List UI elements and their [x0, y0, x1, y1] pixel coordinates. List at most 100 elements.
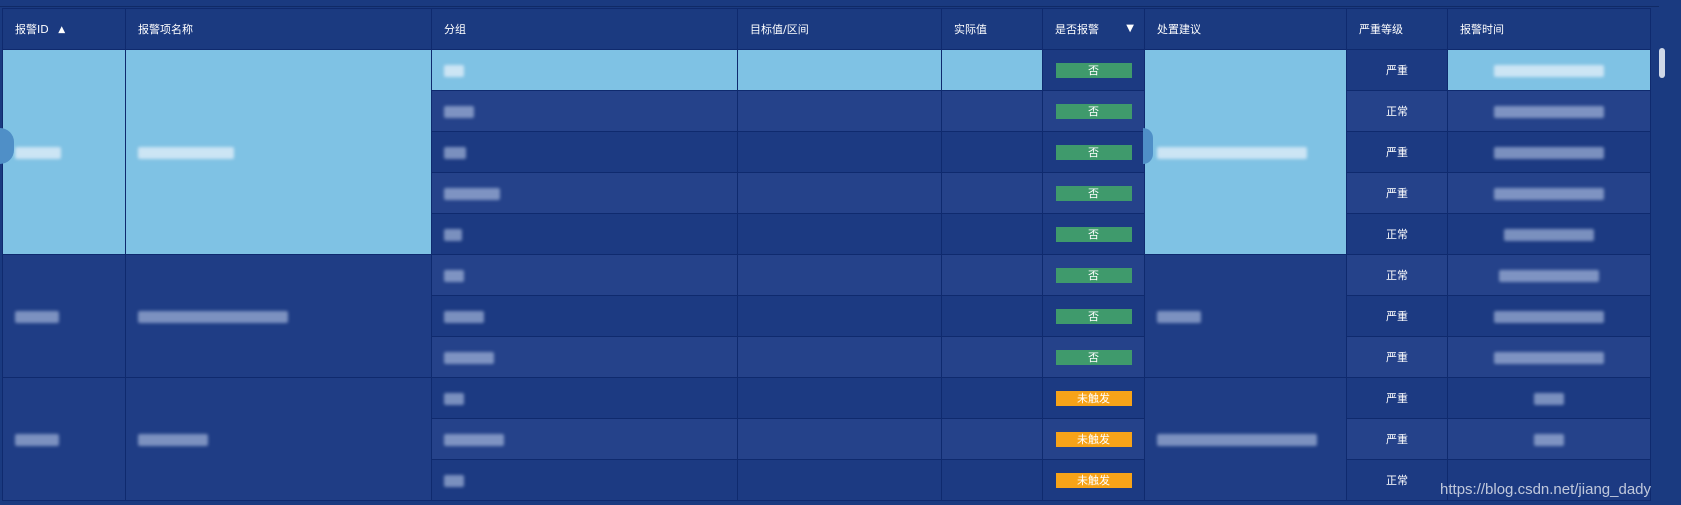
suggestion-cell: [1144, 254, 1347, 378]
status-badge: 否: [1055, 267, 1132, 283]
target-cell: [737, 213, 942, 255]
col-header-severity[interactable]: 严重等级: [1346, 8, 1448, 50]
severity-cell: 严重: [1346, 131, 1448, 173]
alarm-status-cell: 否: [1042, 49, 1145, 91]
time-cell: [1447, 295, 1651, 337]
target-cell: [737, 377, 942, 419]
col-header-alarm-id[interactable]: 报警ID ▲︎: [2, 8, 126, 50]
group-cell: [431, 131, 738, 173]
col-header-group[interactable]: 分组: [431, 8, 738, 50]
time-cell: [1447, 90, 1651, 132]
vertical-scrollbar[interactable]: [1659, 44, 1667, 504]
target-cell: [737, 49, 942, 91]
alarm-status-cell: 否: [1042, 295, 1145, 337]
table-row[interactable]: 未触发 严重: [2, 377, 1651, 501]
table-row[interactable]: 否 严重: [2, 49, 1651, 255]
severity-cell: 严重: [1346, 49, 1448, 91]
alarm-status-cell: 否: [1042, 254, 1145, 296]
filter-icon[interactable]: ▼: [1126, 23, 1134, 34]
actual-cell: [941, 213, 1043, 255]
group-cell: [431, 90, 738, 132]
actual-cell: [941, 131, 1043, 173]
group-cell: [431, 49, 738, 91]
time-cell: [1447, 172, 1651, 214]
time-cell: [1447, 254, 1651, 296]
table-header: 报警ID ▲︎ 报警项名称 分组 目标值/区间 实际值 是否报警 ▼ 处置建议 …: [2, 8, 1651, 50]
target-cell: [737, 295, 942, 337]
time-cell: [1447, 213, 1651, 255]
alarm-table: 报警ID ▲︎ 报警项名称 分组 目标值/区间 实际值 是否报警 ▼ 处置建议 …: [2, 8, 1651, 501]
severity-cell: 严重: [1346, 377, 1448, 419]
col-header-is-alarm[interactable]: 是否报警 ▼: [1042, 8, 1145, 50]
actual-cell: [941, 418, 1043, 460]
target-cell: [737, 131, 942, 173]
target-cell: [737, 254, 942, 296]
actual-cell: [941, 459, 1043, 501]
group-cell: [431, 377, 738, 419]
status-badge: 否: [1055, 226, 1132, 242]
target-cell: [737, 336, 942, 378]
alarm-status-cell: 否: [1042, 90, 1145, 132]
alarm-name-cell: [125, 49, 432, 255]
actual-cell: [941, 295, 1043, 337]
alarm-status-cell: 未触发: [1042, 418, 1145, 460]
col-header-label: 处置建议: [1157, 23, 1201, 36]
severity-cell: 严重: [1346, 418, 1448, 460]
time-cell: [1447, 377, 1651, 419]
col-header-time[interactable]: 报警时间: [1447, 8, 1651, 50]
status-badge: 否: [1055, 308, 1132, 324]
alarm-name-cell: [125, 377, 432, 501]
group-cell: [431, 213, 738, 255]
severity-cell: 正常: [1346, 254, 1448, 296]
scroll-thumb[interactable]: [1659, 48, 1665, 78]
time-cell: [1447, 49, 1651, 91]
col-header-label: 报警ID: [15, 23, 49, 36]
table-row[interactable]: 否 正常: [2, 254, 1651, 378]
target-cell: [737, 90, 942, 132]
group-cell: [431, 172, 738, 214]
col-header-label: 报警项名称: [138, 23, 193, 36]
col-header-label: 实际值: [954, 23, 987, 36]
actual-cell: [941, 377, 1043, 419]
col-header-target[interactable]: 目标值/区间: [737, 8, 942, 50]
actual-cell: [941, 254, 1043, 296]
severity-cell: 严重: [1346, 336, 1448, 378]
actual-cell: [941, 49, 1043, 91]
col-header-label: 是否报警: [1055, 23, 1099, 36]
actual-cell: [941, 336, 1043, 378]
sort-icon[interactable]: ▲︎: [58, 25, 65, 35]
col-header-label: 严重等级: [1359, 23, 1403, 36]
status-badge: 未触发: [1055, 390, 1132, 406]
status-badge: 未触发: [1055, 472, 1132, 488]
status-badge: 否: [1055, 349, 1132, 365]
severity-cell: 严重: [1346, 172, 1448, 214]
status-badge: 否: [1055, 62, 1132, 78]
suggestion-cell: [1144, 49, 1347, 255]
status-badge: 否: [1055, 185, 1132, 201]
alarm-status-cell: 否: [1042, 131, 1145, 173]
alarm-status-cell: 否: [1042, 336, 1145, 378]
group-cell: [431, 418, 738, 460]
col-header-actual[interactable]: 实际值: [941, 8, 1043, 50]
col-header-suggestion[interactable]: 处置建议: [1144, 8, 1347, 50]
status-badge: 未触发: [1055, 431, 1132, 447]
alarm-id-cell: [2, 49, 126, 255]
target-cell: [737, 172, 942, 214]
target-cell: [737, 418, 942, 460]
severity-cell: 正常: [1346, 90, 1448, 132]
col-header-alarm-name[interactable]: 报警项名称: [125, 8, 432, 50]
time-cell: [1447, 131, 1651, 173]
suggestion-cell: [1144, 377, 1347, 501]
time-cell: [1447, 336, 1651, 378]
alarm-id-cell: [2, 377, 126, 501]
expand-left-icon[interactable]: [1143, 128, 1153, 164]
watermark: https://blog.csdn.net/jiang_dady: [1440, 481, 1651, 498]
alarm-status-cell: 否: [1042, 172, 1145, 214]
col-header-label: 报警时间: [1460, 23, 1504, 36]
col-header-label: 分组: [444, 23, 466, 36]
time-cell: [1447, 418, 1651, 460]
severity-cell: 正常: [1346, 459, 1448, 501]
severity-cell: 正常: [1346, 213, 1448, 255]
group-cell: [431, 459, 738, 501]
group-cell: [431, 295, 738, 337]
